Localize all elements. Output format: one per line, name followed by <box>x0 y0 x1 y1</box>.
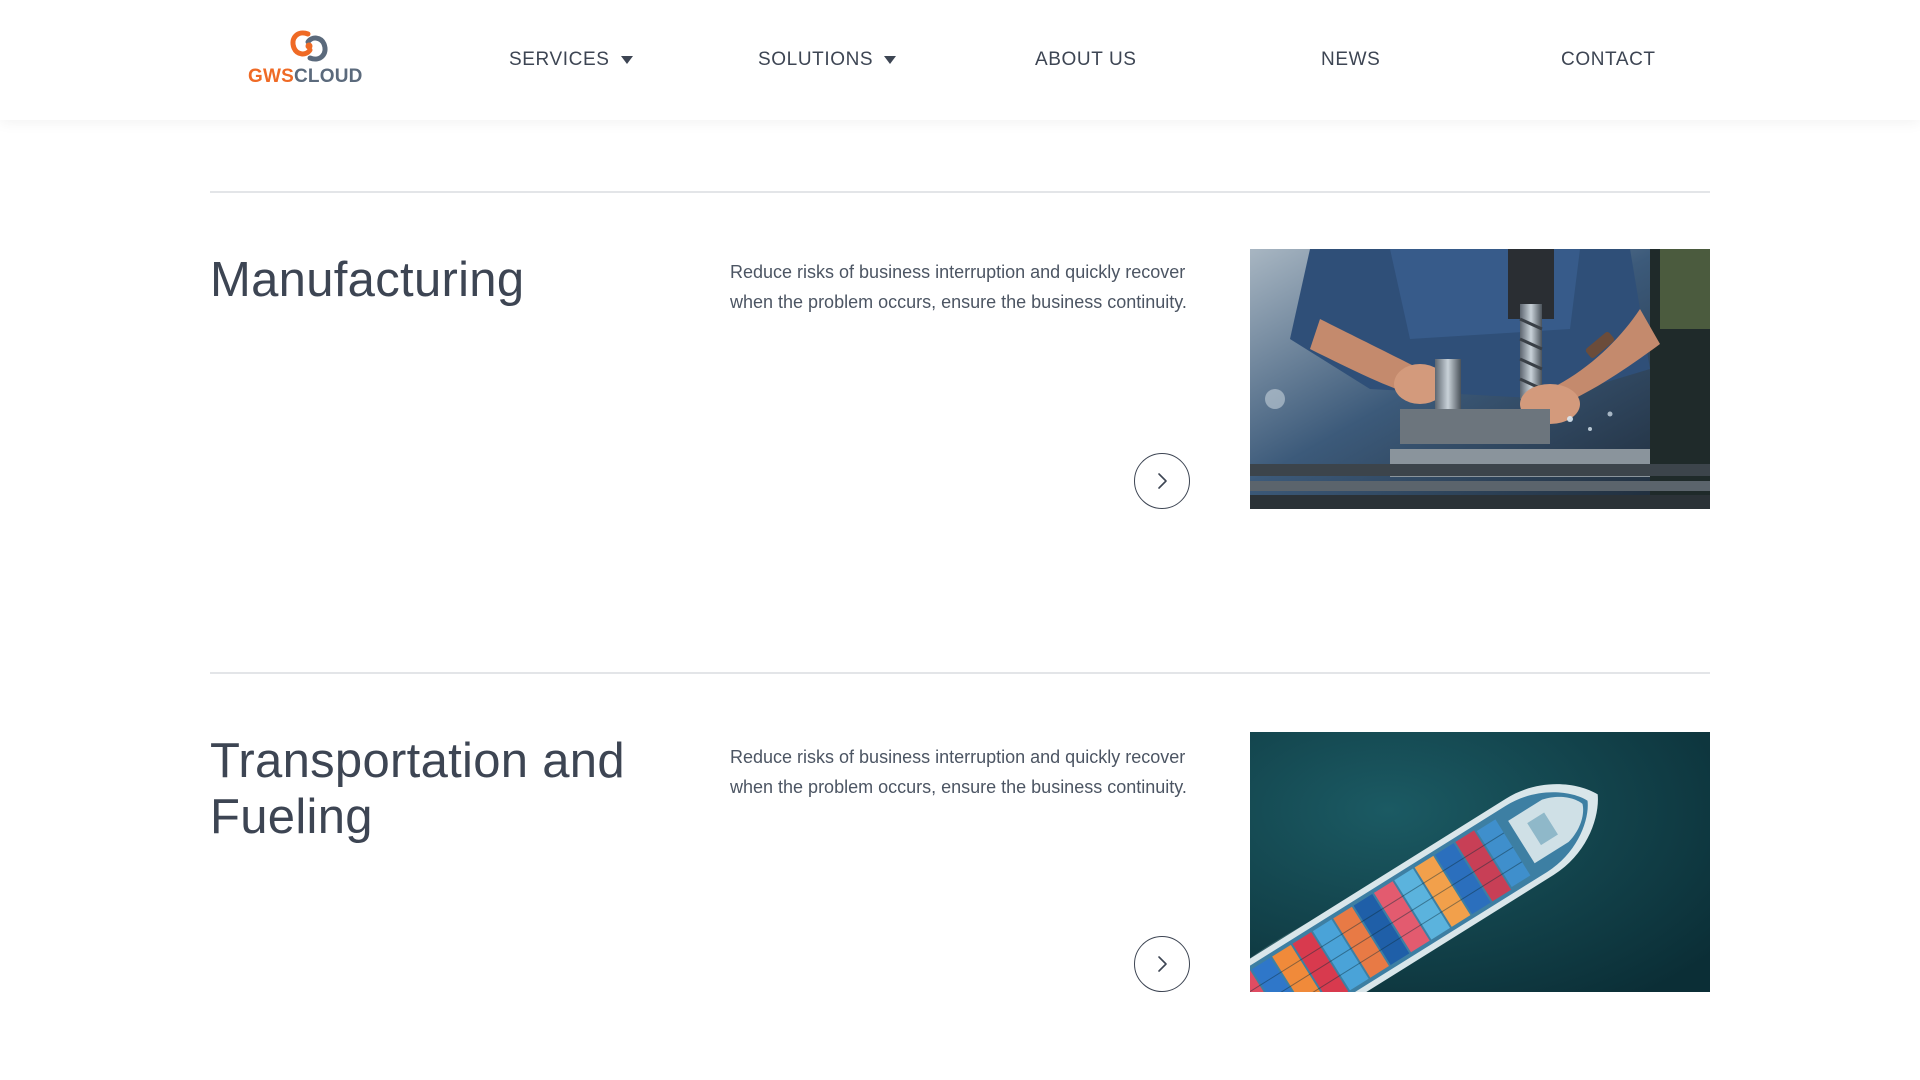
nav-news-label: NEWS <box>1321 49 1381 70</box>
section-description-transportation: Reduce risks of business interruption an… <box>730 747 1187 797</box>
logo-mark-icon <box>290 30 328 62</box>
nav-about-us-label: ABOUT US <box>1035 49 1137 70</box>
section-title-transportation: Transportation and Fueling <box>210 734 625 844</box>
container-ship-aerial-photo <box>1250 732 1710 992</box>
nav-contact[interactable]: CONTACT <box>1561 48 1656 72</box>
logo-text-gws: GWS <box>248 66 294 87</box>
caret-down-icon <box>620 56 633 64</box>
nav-news[interactable]: NEWS <box>1321 48 1380 72</box>
nav-contact-label: CONTACT <box>1561 49 1656 70</box>
section-title-manufacturing: Manufacturing <box>210 253 525 307</box>
nav-solutions-label: SOLUTIONS <box>758 49 874 70</box>
nav-services[interactable]: SERVICES <box>509 48 633 72</box>
manufacturing-more-button[interactable] <box>1134 453 1190 509</box>
milling-machine-photo <box>1250 249 1710 509</box>
gws-cloud-logo[interactable]: GWSCLOUD <box>248 28 374 90</box>
caret-down-icon <box>884 56 897 64</box>
logo-wordmark: GWSCLOUD <box>248 66 374 88</box>
section-divider <box>210 191 1710 193</box>
site-header: GWSCLOUD SERVICES SOLUTIONS ABOUT US NEW… <box>0 0 1920 120</box>
nav-services-label: SERVICES <box>509 49 610 70</box>
chevron-right-icon <box>1158 473 1167 489</box>
nav-about-us[interactable]: ABOUT US <box>1035 48 1137 72</box>
transportation-more-button[interactable] <box>1134 936 1190 992</box>
section-divider <box>210 672 1710 674</box>
logo-text-cloud: CLOUD <box>294 66 363 87</box>
nav-solutions[interactable]: SOLUTIONS <box>758 48 897 72</box>
chevron-right-icon <box>1158 956 1167 972</box>
section-description-manufacturing: Reduce risks of business interruption an… <box>730 262 1187 312</box>
